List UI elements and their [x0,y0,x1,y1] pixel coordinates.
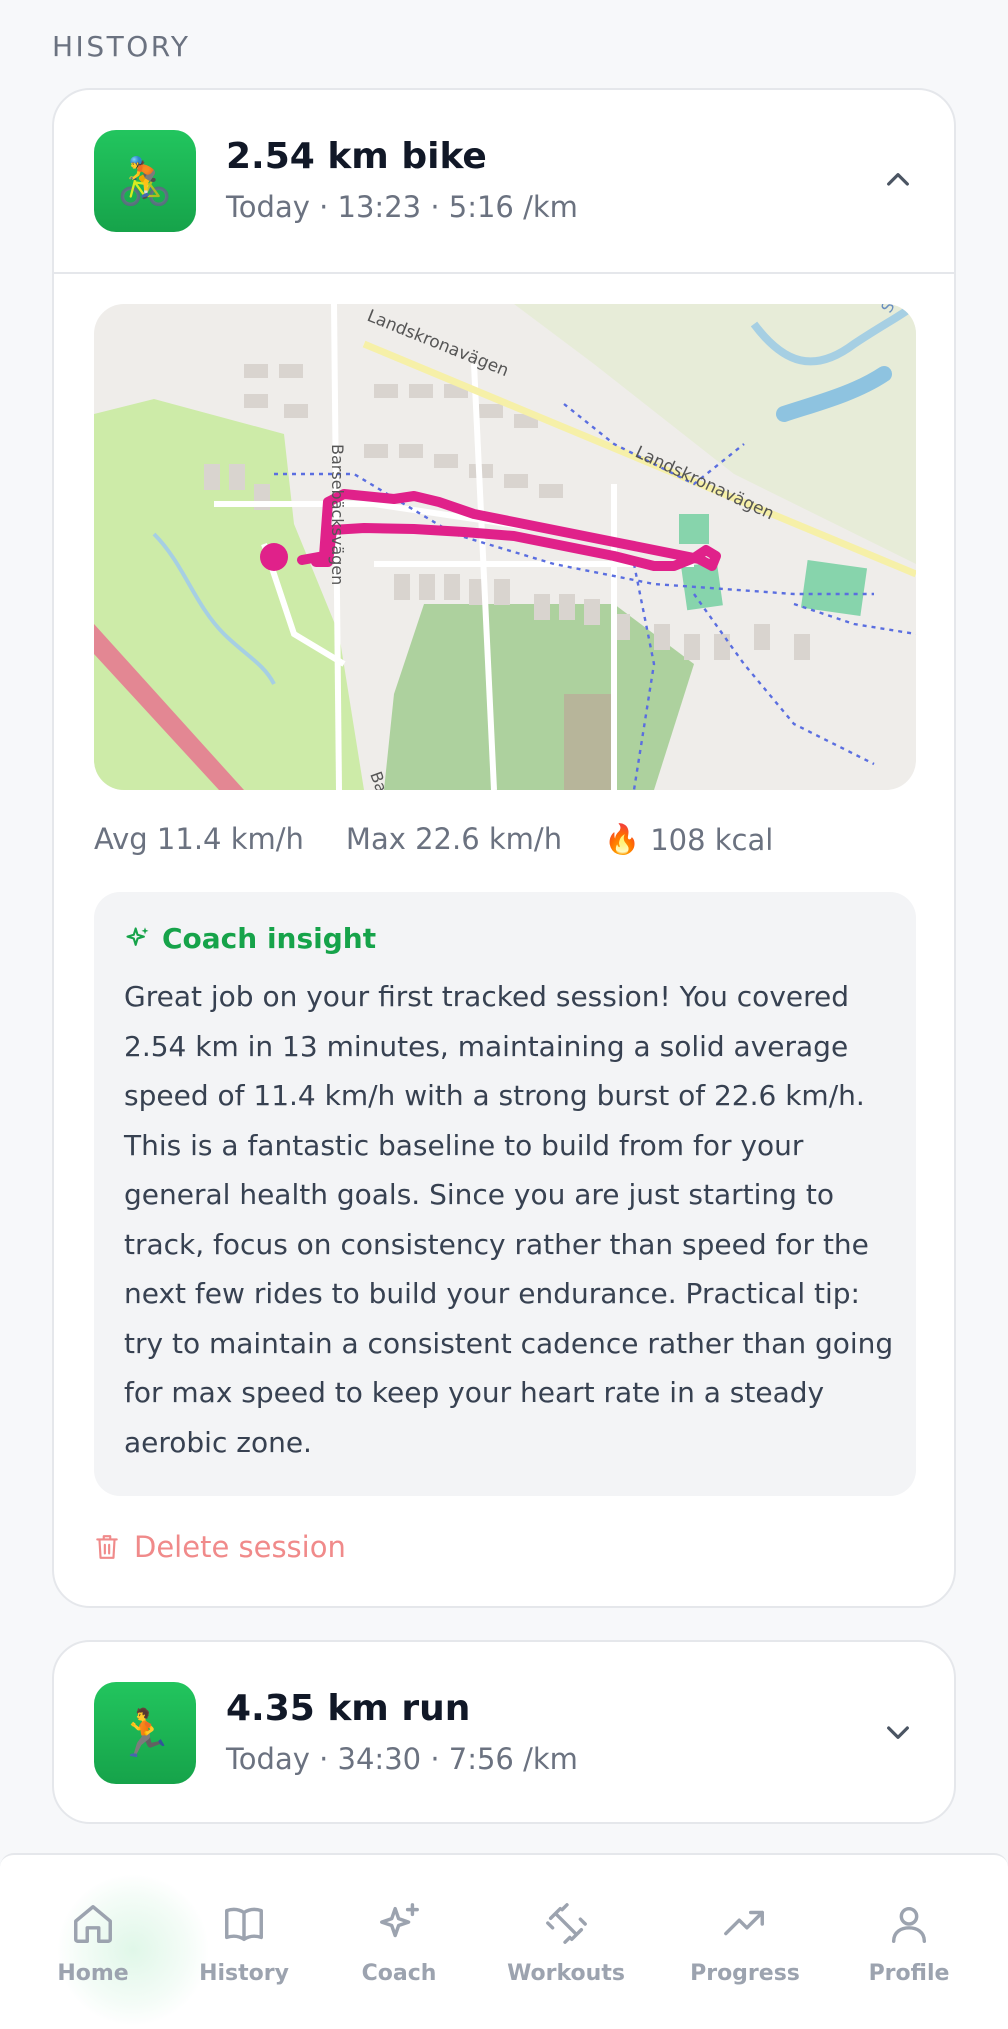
delete-session-button[interactable]: Delete session [94,1530,346,1564]
nav-coach[interactable]: Coach [324,1901,474,1986]
fire-icon: 🔥 [604,822,641,856]
calories: 🔥 108 kcal [604,822,773,857]
nav-home[interactable]: Home [18,1901,168,1986]
trash-icon [96,1535,118,1559]
session-header[interactable]: 🏃 4.35 km run Today · 34:30 · 7:56 /km [54,1642,954,1822]
nav-progress-label: Progress [690,1961,800,1986]
coach-insight-box: Coach insight Great job on your first tr… [94,892,916,1496]
field-area [564,694,614,790]
session-header[interactable]: 🚴 2.54 km bike Today · 13:23 · 5:16 /km [54,90,954,274]
street-label-3: Barsebäcksvägen [328,444,347,585]
max-speed: Max 22.6 km/h [345,822,563,856]
user-icon [891,1906,927,1943]
pitch-3 [679,514,709,544]
pitch-1 [681,561,723,611]
avg-speed: Avg 11.4 km/h [94,822,304,856]
coach-insight-title: Coach insight [162,922,377,955]
bike-icon: 🚴 [94,130,196,232]
session-title: 2.54 km bike [226,136,487,177]
dumbbell-icon [546,1903,587,1944]
session-subtitle: Today · 13:23 · 5:16 /km [226,190,578,224]
sparkles-icon [380,1903,419,1938]
home-icon [74,1905,112,1943]
nav-coach-label: Coach [361,1961,437,1986]
section-title: HISTORY [52,30,191,63]
nav-progress[interactable]: Progress [670,1901,820,1986]
chevron-down-icon[interactable] [882,1716,914,1748]
wood-area [384,604,694,790]
bottom-nav: Home History Coach Workouts Progress Pro… [0,1853,1008,2029]
nav-workouts[interactable]: Workouts [491,1901,641,1986]
nav-workouts-label: Workouts [507,1961,625,1986]
route-map[interactable]: Landskronavägen Landskronavägen Barsebäc… [94,304,916,790]
session-card-bike: 🚴 2.54 km bike Today · 13:23 · 5:16 /km [52,88,956,1608]
chevron-up-icon[interactable] [882,164,914,196]
delete-session-label: Delete session [134,1530,346,1564]
history-screen: HISTORY 🚴 2.54 km bike Today · 13:23 · 5… [0,0,1008,2029]
nav-profile-label: Profile [868,1961,950,1986]
coach-insight-header: Coach insight [124,922,376,955]
nav-history[interactable]: History [169,1901,319,1986]
session-subtitle: Today · 34:30 · 7:56 /km [226,1742,578,1776]
session-card-run: 🏃 4.35 km run Today · 34:30 · 7:56 /km [52,1640,956,1824]
nav-home-label: Home [57,1961,129,1986]
trending-up-icon [724,1910,764,1936]
book-icon [225,1907,263,1942]
nav-profile[interactable]: Profile [834,1901,984,1986]
coach-insight-text: Great job on your first tracked session!… [124,980,894,1459]
sparkles-icon [126,926,149,946]
pitch-2 [800,560,868,616]
route-start-dot [260,543,288,571]
calories-value: 108 kcal [650,822,774,857]
session-stats: Avg 11.4 km/h Max 22.6 km/h 🔥 108 kcal [94,822,773,857]
nav-history-label: History [199,1961,289,1986]
session-title: 4.35 km run [226,1688,471,1729]
run-icon: 🏃 [94,1682,196,1784]
